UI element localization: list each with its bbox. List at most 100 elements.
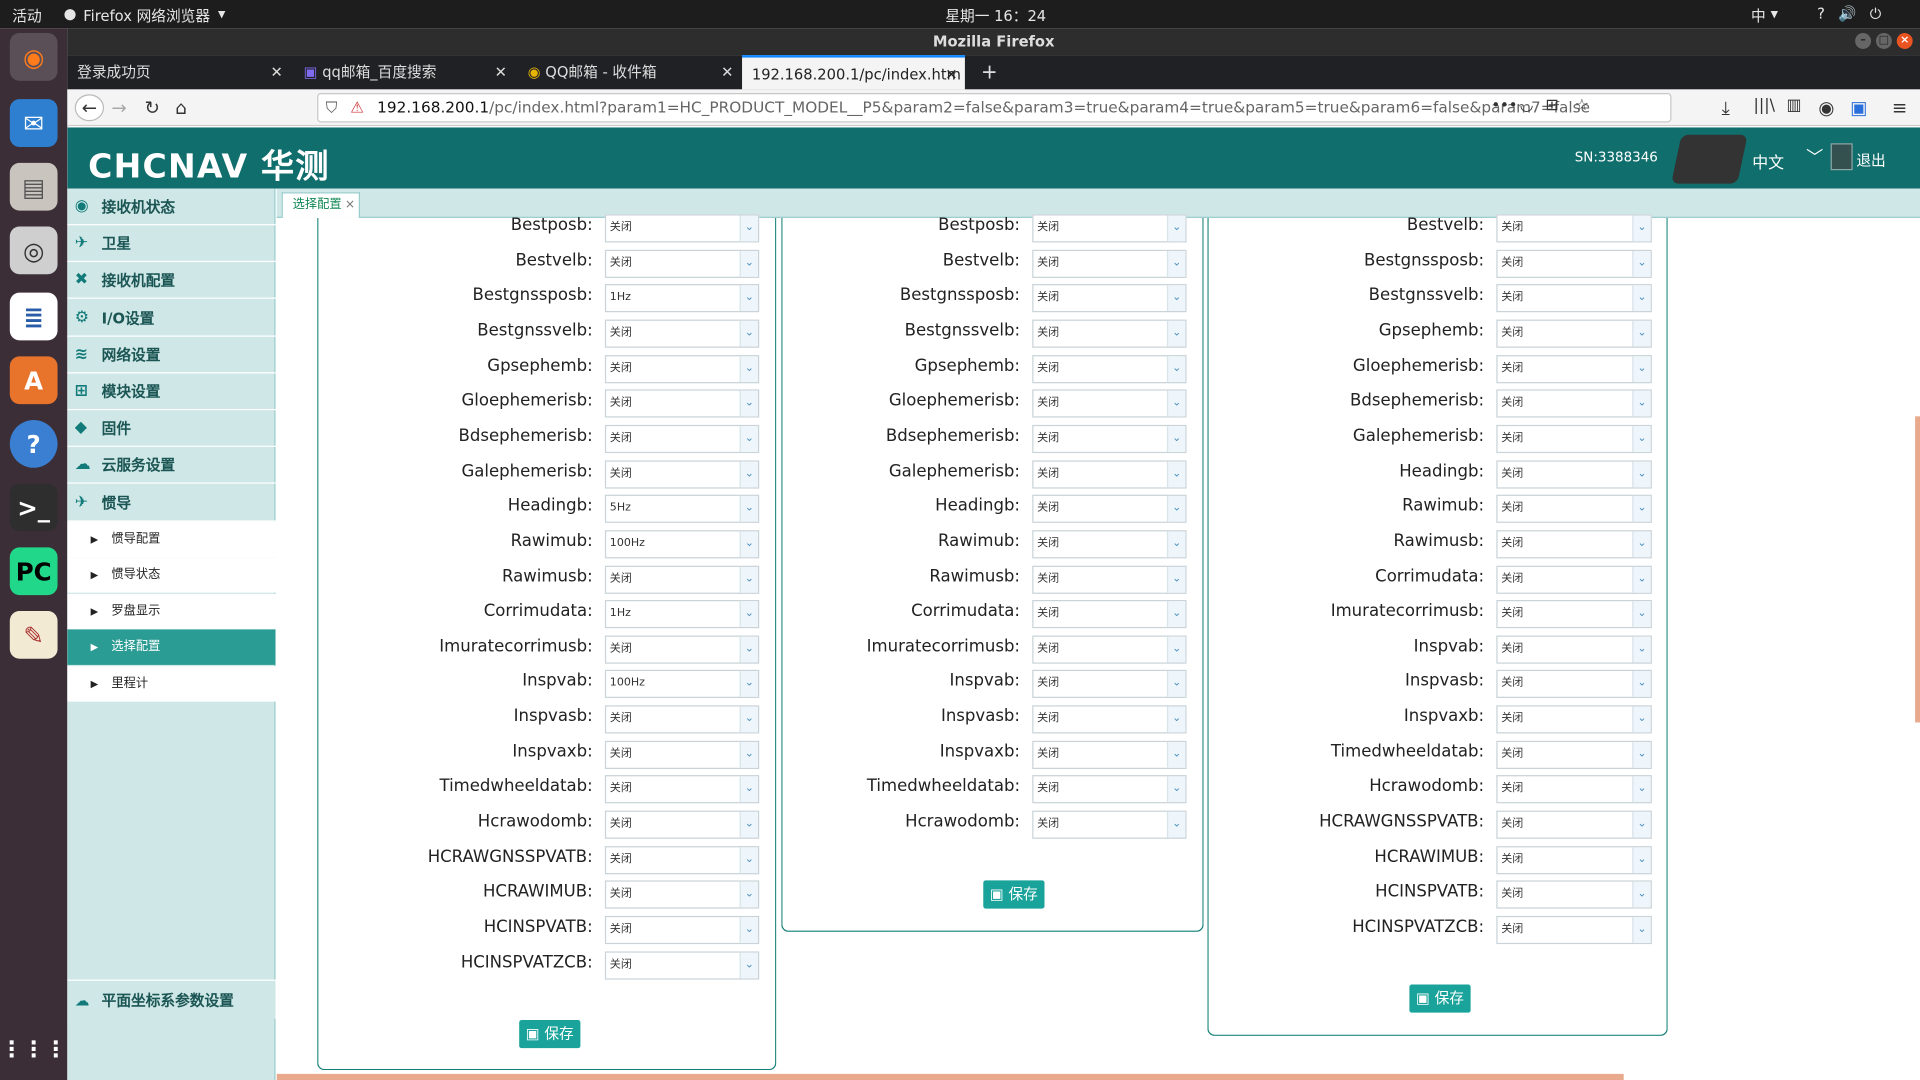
sidebar-subitem[interactable]: ▶ 惯导状态: [67, 557, 276, 594]
rate-select[interactable]: 关闭 ⌄: [1496, 284, 1652, 313]
rate-select[interactable]: 关闭 ⌄: [1496, 775, 1652, 804]
chevron-down-icon[interactable]: ⌄: [1632, 215, 1651, 242]
document-icon[interactable]: ≣: [9, 292, 58, 341]
sidebar-subitem[interactable]: ▶ 罗盘显示: [67, 593, 276, 630]
close-icon[interactable]: ✕: [271, 55, 283, 89]
vertical-scrollbar[interactable]: [1915, 416, 1920, 723]
chevron-down-icon[interactable]: ⌄: [1632, 390, 1651, 417]
chevron-down-icon[interactable]: ⌄: [1632, 496, 1651, 522]
logout-icon[interactable]: [1830, 143, 1853, 171]
rate-select[interactable]: 关闭 ⌄: [1496, 845, 1652, 874]
chevron-down-icon[interactable]: ⌄: [1632, 811, 1651, 838]
more-icon[interactable]: •••: [1491, 97, 1517, 114]
text-editor-icon[interactable]: ✎: [9, 611, 58, 659]
rate-select[interactable]: 关闭 ⌄: [1496, 600, 1652, 629]
volume-icon[interactable]: 🔊: [1838, 5, 1856, 22]
rate-select[interactable]: 关闭 ⌄: [1496, 810, 1652, 839]
firefox-icon[interactable]: ◉: [9, 33, 58, 81]
software-icon[interactable]: A: [9, 356, 58, 405]
app-menu[interactable]: Firefox 网络浏览器: [83, 5, 210, 26]
chevron-down-icon[interactable]: ⌄: [1632, 917, 1651, 943]
browser-tab[interactable]: 登录成功页 ✕: [67, 55, 290, 89]
rate-select[interactable]: 关闭 ⌄: [1496, 389, 1652, 418]
chevron-down-icon[interactable]: ⌄: [1632, 531, 1651, 557]
chevron-down-icon[interactable]: ⌄: [1632, 846, 1651, 873]
download-icon[interactable]: ⤓: [1722, 97, 1730, 119]
rate-select[interactable]: 关闭 ⌄: [1496, 670, 1652, 699]
chevron-down-icon[interactable]: ⌄: [1632, 285, 1651, 312]
mail-icon[interactable]: ✉: [9, 99, 58, 147]
close-icon[interactable]: ✕: [945, 58, 957, 90]
sidebar-item[interactable]: ◆ 固件: [67, 410, 276, 448]
rate-select[interactable]: 关闭 ⌄: [604, 950, 760, 980]
ime-indicator[interactable]: 中: [1751, 5, 1766, 26]
sidebar-subitem[interactable]: ▶ 惯导配置: [67, 521, 276, 558]
sidebar-subitem[interactable]: ▶ 里程计: [67, 665, 276, 702]
rate-select[interactable]: 关闭 ⌄: [1496, 565, 1652, 594]
sidebar-item[interactable]: ⊞ 模块设置: [67, 373, 276, 411]
chevron-down-icon[interactable]: ⌄: [1632, 601, 1651, 628]
rate-select[interactable]: 关闭 ⌄: [1496, 214, 1652, 243]
chevron-down-icon[interactable]: ⌄: [1632, 425, 1651, 452]
close-icon[interactable]: ×: [1896, 33, 1913, 49]
back-icon[interactable]: ←: [74, 94, 105, 122]
sidebar-item[interactable]: ✖ 接收机配置: [67, 263, 276, 300]
chevron-down-icon[interactable]: ⌄: [739, 952, 758, 978]
save-button[interactable]: ▣ 保存: [519, 1020, 581, 1049]
library-icon[interactable]: |||\: [1753, 97, 1774, 115]
help-icon[interactable]: ?: [9, 420, 58, 468]
pycharm-icon[interactable]: PC: [9, 547, 58, 596]
chevron-down-icon[interactable]: ⌄: [1632, 636, 1651, 663]
rate-select[interactable]: 关闭 ⌄: [1496, 249, 1652, 278]
account-icon[interactable]: ◉: [1818, 97, 1834, 119]
translator-icon[interactable]: ▣: [1850, 97, 1867, 119]
browser-tab[interactable]: ▣ qq邮箱_百度搜索 ✕: [294, 55, 514, 89]
close-icon[interactable]: ×: [345, 193, 355, 217]
sidebar-item-coordinate[interactable]: ☁ 平面坐标系参数设置: [67, 979, 276, 1019]
chevron-down-icon[interactable]: ﹀: [1806, 144, 1823, 168]
star-icon[interactable]: ☆: [1575, 97, 1589, 115]
logout-button[interactable]: 退出: [1856, 149, 1885, 170]
sidebar-item[interactable]: ☁ 云服务设置: [67, 447, 276, 485]
chevron-down-icon[interactable]: ⌄: [1632, 706, 1651, 733]
sidebar-item[interactable]: ≋ 网络设置: [67, 336, 276, 374]
new-tab-icon[interactable]: +: [971, 55, 996, 89]
home-icon[interactable]: ⌂: [175, 97, 187, 119]
app-grid-icon[interactable]: ⋮⋮⋮: [1, 1026, 67, 1074]
rate-select[interactable]: 关闭 ⌄: [1496, 705, 1652, 734]
forward-icon[interactable]: →: [111, 97, 126, 119]
terminal-icon[interactable]: >_: [9, 483, 58, 532]
translate-icon[interactable]: ⊞: [1545, 97, 1558, 115]
chevron-down-icon[interactable]: ⌄: [1632, 320, 1651, 347]
music-icon[interactable]: ◎: [9, 226, 58, 275]
language-select[interactable]: 中文: [1752, 149, 1784, 172]
close-icon[interactable]: ✕: [721, 55, 733, 89]
rate-select[interactable]: 关闭 ⌄: [1496, 635, 1652, 664]
activities-button[interactable]: 活动: [12, 5, 41, 26]
horizontal-scrollbar[interactable]: [276, 1073, 1624, 1080]
help-icon[interactable]: ?: [1817, 5, 1825, 22]
files-icon[interactable]: ▤: [9, 162, 58, 211]
menu-icon[interactable]: ≡: [1892, 97, 1907, 119]
save-button[interactable]: ▣ 保存: [1409, 984, 1471, 1013]
chevron-down-icon[interactable]: ⌄: [1632, 566, 1651, 593]
sidebar-item[interactable]: ◉ 接收机状态: [67, 189, 276, 226]
sidebar-item[interactable]: ✈ 惯导: [67, 484, 276, 522]
chevron-down-icon[interactable]: ⌄: [1632, 882, 1651, 908]
page-tab[interactable]: 选择配置 ×: [281, 192, 361, 218]
rate-select[interactable]: 关闭 ⌄: [1496, 530, 1652, 559]
chevron-down-icon[interactable]: ⌄: [1632, 741, 1651, 768]
rate-select[interactable]: 关闭 ⌄: [1496, 494, 1652, 524]
chevron-down-icon[interactable]: ⌄: [1632, 776, 1651, 803]
rate-select[interactable]: 关闭 ⌄: [1496, 740, 1652, 769]
rate-select[interactable]: 关闭 ⌄: [1496, 354, 1652, 383]
sidebar-icon[interactable]: ▥: [1787, 97, 1802, 115]
clock[interactable]: 星期一 16：24: [945, 5, 1046, 26]
rate-select[interactable]: 关闭 ⌄: [1496, 880, 1652, 909]
chevron-down-icon[interactable]: ⌄: [1632, 461, 1651, 487]
sidebar-item[interactable]: ⚙ I/O设置: [67, 300, 276, 337]
sidebar-item[interactable]: ✈ 卫星: [67, 226, 276, 263]
minimize-icon[interactable]: –: [1855, 33, 1872, 49]
maximize-icon[interactable]: □: [1875, 33, 1892, 49]
rate-select[interactable]: 关闭 ⌄: [1496, 424, 1652, 453]
